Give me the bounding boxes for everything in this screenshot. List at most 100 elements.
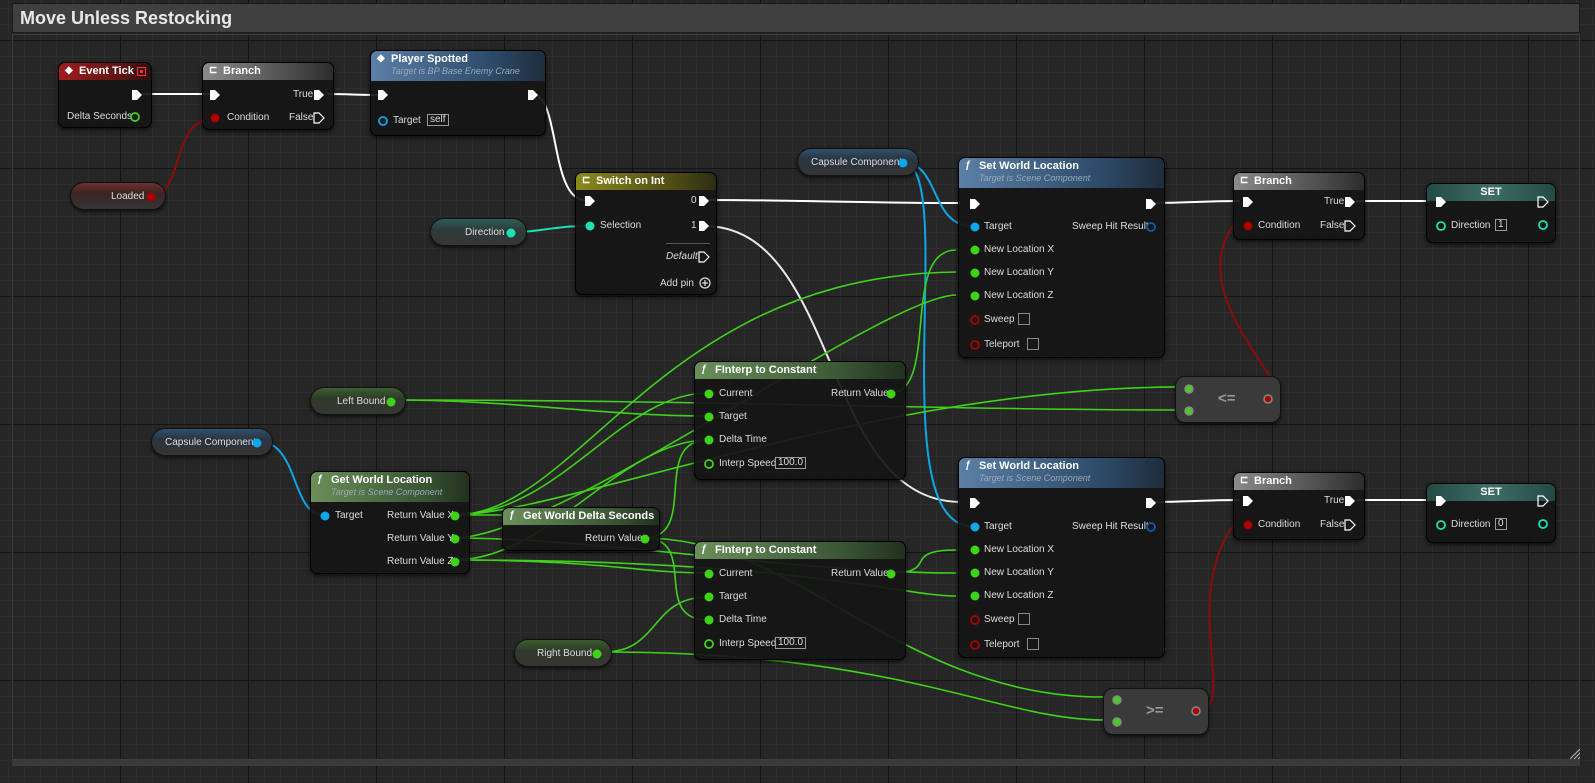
exec-out-pin-icon[interactable] [1344, 220, 1356, 232]
int-pin-icon[interactable] [1435, 220, 1447, 232]
exec-in-pin-icon[interactable] [1435, 196, 1447, 208]
exec-out-pin-icon[interactable] [1145, 497, 1157, 509]
set-world-location-header[interactable]: ƒ Set World Location Target is Scene Com… [959, 158, 1164, 188]
float-pin-icon[interactable] [1183, 383, 1195, 395]
branch-node-top[interactable]: ⊏ Branch True Condition False [202, 62, 334, 130]
teleport-checkbox[interactable] [1027, 338, 1039, 350]
bool-pin-icon[interactable] [969, 339, 981, 351]
sweep-checkbox[interactable] [1018, 613, 1030, 625]
set-direction-node-2[interactable]: SET Direction 0 [1426, 483, 1556, 543]
bool-pin-icon[interactable] [1262, 393, 1274, 405]
float-pin-icon[interactable] [969, 544, 981, 556]
struct-pin-icon[interactable] [1145, 221, 1157, 233]
bool-pin-icon[interactable] [969, 314, 981, 326]
bool-pin-icon[interactable] [969, 614, 981, 626]
exec-in-pin-icon[interactable] [584, 195, 596, 207]
exec-out-pin-icon[interactable] [698, 220, 710, 232]
float-pin-icon[interactable] [591, 648, 603, 660]
float-pin-icon[interactable] [969, 567, 981, 579]
get-world-location-header[interactable]: ƒ Get World Location Target is Scene Com… [311, 472, 469, 502]
greater-equal-node[interactable]: >= [1103, 688, 1209, 735]
float-pin-icon[interactable] [703, 458, 715, 470]
interp-speed-field[interactable]: 100.0 [775, 637, 807, 649]
exec-in-pin-icon[interactable] [969, 497, 981, 509]
delegate-pin-icon[interactable] [137, 67, 146, 76]
finterp-to-constant-node-2[interactable]: ƒ FInterp to Constant Current Return Val… [694, 541, 906, 660]
get-world-delta-seconds-node[interactable]: ƒ Get World Delta Seconds Return Value [502, 507, 660, 551]
float-pin-icon[interactable] [703, 411, 715, 423]
object-pin-icon[interactable] [969, 221, 981, 233]
int-pin-icon[interactable] [584, 220, 596, 232]
switch-header[interactable]: ⊏ Switch on Int [576, 173, 716, 190]
loaded-variable-node[interactable]: Loaded [70, 182, 166, 210]
exec-out-pin-icon[interactable] [313, 112, 325, 124]
branch-header[interactable]: ⊏ Branch [203, 63, 333, 80]
exec-in-pin-icon[interactable] [969, 198, 981, 210]
float-pin-icon[interactable] [1111, 716, 1123, 728]
add-pin-button[interactable]: Add pin [660, 278, 694, 289]
float-pin-icon[interactable] [703, 568, 715, 580]
float-pin-icon[interactable] [969, 267, 981, 279]
branch-header[interactable]: ⊏ Branch [1234, 173, 1364, 190]
float-pin-icon[interactable] [969, 244, 981, 256]
exec-out-pin-icon[interactable] [313, 89, 325, 101]
direction-value-field[interactable]: 0 [1495, 518, 1507, 530]
exec-in-pin-icon[interactable] [1435, 495, 1447, 507]
object-pin-icon[interactable] [897, 157, 909, 169]
exec-out-pin-icon[interactable] [1344, 196, 1356, 208]
bool-pin-icon[interactable] [209, 112, 221, 124]
object-pin-icon[interactable] [377, 115, 389, 127]
target-value-field[interactable]: self [427, 114, 449, 126]
exec-in-pin-icon[interactable] [1242, 495, 1254, 507]
branch-header[interactable]: ⊏ Branch [1234, 473, 1364, 490]
set-world-location-header[interactable]: ƒ Set World Location Target is Scene Com… [959, 458, 1164, 488]
event-tick-header[interactable]: ◆ Event Tick [59, 63, 151, 80]
float-pin-icon[interactable] [703, 638, 715, 650]
float-pin-icon[interactable] [885, 388, 897, 400]
exec-out-pin-icon[interactable] [1344, 495, 1356, 507]
exec-out-pin-icon[interactable] [1145, 198, 1157, 210]
get-delta-header[interactable]: ƒ Get World Delta Seconds [503, 508, 659, 525]
float-pin-icon[interactable] [703, 434, 715, 446]
exec-out-pin-icon[interactable] [1537, 196, 1549, 208]
struct-pin-icon[interactable] [1145, 521, 1157, 533]
bool-pin-icon[interactable] [1242, 519, 1254, 531]
add-pin-icon[interactable] [699, 277, 711, 289]
get-world-location-node[interactable]: ƒ Get World Location Target is Scene Com… [310, 471, 470, 574]
float-pin-icon[interactable] [449, 510, 461, 522]
exec-out-pin-icon[interactable] [698, 195, 710, 207]
bool-pin-icon[interactable] [145, 191, 157, 203]
exec-in-pin-icon[interactable] [209, 89, 221, 101]
float-pin-icon[interactable] [703, 388, 715, 400]
player-spotted-header[interactable]: ◆ Player Spotted Target is BP Base Enemy… [371, 51, 545, 81]
exec-out-pin-icon[interactable] [698, 251, 710, 263]
player-spotted-node[interactable]: ◆ Player Spotted Target is BP Base Enemy… [370, 50, 546, 136]
object-pin-icon[interactable] [319, 510, 331, 522]
int-pin-icon[interactable] [1537, 518, 1549, 530]
float-pin-icon[interactable] [639, 533, 651, 545]
finterp-header[interactable]: ƒ FInterp to Constant [695, 542, 905, 559]
float-pin-icon[interactable] [1183, 405, 1195, 417]
float-pin-icon[interactable] [449, 556, 461, 568]
object-pin-icon[interactable] [251, 437, 263, 449]
bool-pin-icon[interactable] [1190, 705, 1202, 717]
exec-out-pin-icon[interactable] [1537, 495, 1549, 507]
float-pin-icon[interactable] [969, 290, 981, 302]
switch-on-int-node[interactable]: ⊏ Switch on Int 0 Selection 1 Default Ad… [575, 172, 717, 295]
direction-variable-node[interactable]: Direction [430, 218, 527, 246]
float-pin-icon[interactable] [1111, 694, 1123, 706]
finterp-to-constant-node-1[interactable]: ƒ FInterp to Constant Current Return Val… [694, 361, 906, 480]
branch-node-right-1[interactable]: ⊏ Branch True Condition False [1233, 172, 1365, 240]
direction-value-field[interactable]: 1 [1495, 219, 1507, 231]
exec-out-pin-icon[interactable] [1344, 519, 1356, 531]
branch-node-right-2[interactable]: ⊏ Branch True Condition False [1233, 472, 1365, 540]
capsule-component-variable-node-top[interactable]: Capsule Component [797, 148, 919, 176]
bool-pin-icon[interactable] [969, 639, 981, 651]
float-pin-icon[interactable] [385, 396, 397, 408]
float-pin-icon[interactable] [129, 111, 141, 123]
less-equal-node[interactable]: <= [1175, 376, 1281, 423]
right-bound-variable-node[interactable]: Right Bound [514, 639, 612, 667]
exec-out-pin-icon[interactable] [527, 89, 539, 101]
teleport-checkbox[interactable] [1027, 638, 1039, 650]
float-pin-icon[interactable] [449, 533, 461, 545]
